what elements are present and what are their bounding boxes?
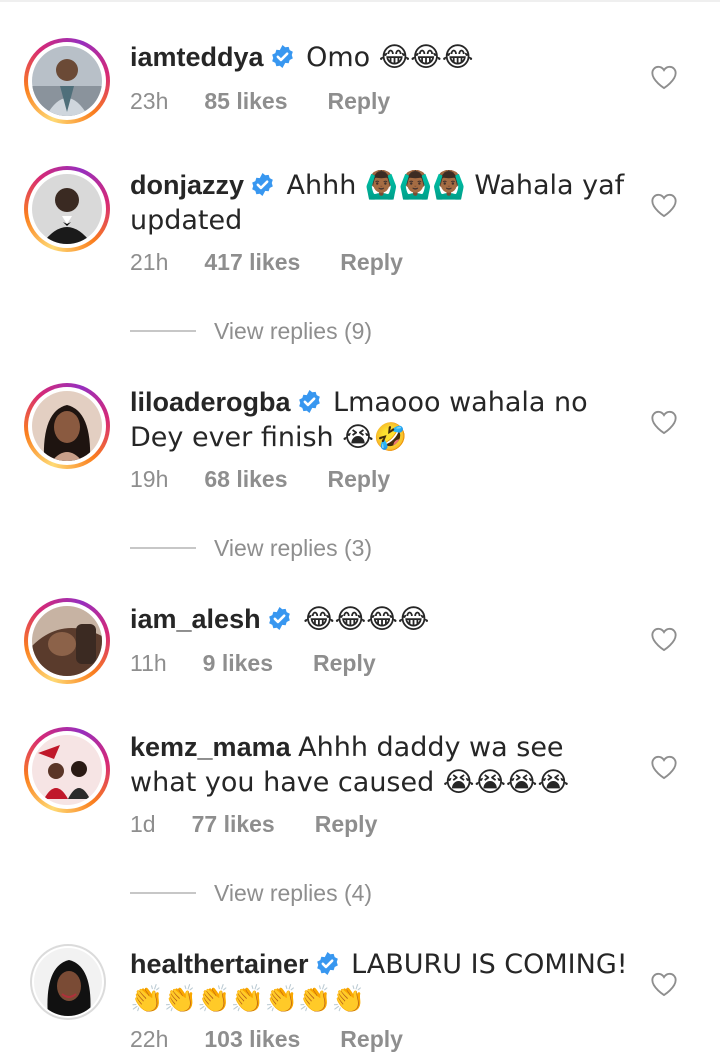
reply-button[interactable]: Reply (315, 811, 378, 838)
comment-meta: 21h 417 likes Reply (130, 249, 403, 276)
avatar (32, 735, 102, 805)
comment-username[interactable]: kemz_mama (130, 732, 291, 762)
comment-username[interactable]: donjazzy (130, 170, 244, 200)
comment-username[interactable]: liloaderogba (130, 387, 291, 417)
avatar (32, 391, 102, 461)
reply-button[interactable]: Reply (313, 650, 376, 677)
comment-meta: 11h 9 likes Reply (130, 650, 376, 677)
comment-meta: 1d 77 likes Reply (130, 811, 377, 838)
avatar-story-ring[interactable] (24, 383, 110, 469)
comment-time: 21h (130, 249, 169, 275)
likes-count[interactable]: 85 likes (204, 88, 287, 115)
verified-badge-icon (267, 606, 292, 631)
avatar (32, 46, 102, 116)
comment-username[interactable]: healthertainer (130, 949, 309, 979)
view-replies-label: View replies (4) (214, 880, 373, 906)
heart-outline-icon[interactable] (650, 626, 678, 652)
reply-button[interactable]: Reply (328, 466, 391, 493)
avatar-story-ring[interactable] (24, 727, 110, 813)
comment-time: 1d (130, 811, 156, 837)
replies-divider (130, 547, 196, 549)
likes-count[interactable]: 417 likes (204, 249, 300, 276)
view-replies-label: View replies (9) (214, 318, 373, 344)
likes-count[interactable]: 9 likes (203, 650, 273, 677)
avatar-story-ring[interactable] (24, 38, 110, 124)
likes-count[interactable]: 103 likes (204, 1026, 300, 1053)
replies-divider (130, 330, 196, 332)
avatar (32, 606, 102, 676)
comment-username[interactable]: iamteddya (130, 42, 264, 72)
reply-button[interactable]: Reply (340, 249, 403, 276)
comment-time: 22h (130, 1026, 169, 1052)
comment-time: 11h (130, 650, 167, 676)
heart-outline-icon[interactable] (650, 409, 678, 435)
comment-text: Omo 😂😂😂 (306, 42, 474, 73)
likes-count[interactable]: 77 likes (192, 811, 275, 838)
heart-outline-icon[interactable] (650, 192, 678, 218)
comment-username[interactable]: iam_alesh (130, 604, 261, 634)
avatar-ring[interactable] (30, 944, 106, 1020)
heart-outline-icon[interactable] (650, 754, 678, 780)
avatar-story-ring[interactable] (24, 598, 110, 684)
reply-button[interactable]: Reply (328, 88, 391, 115)
comment-text: 😂😂😂😂 (303, 604, 430, 635)
likes-count[interactable]: 68 likes (204, 466, 287, 493)
comment-time: 19h (130, 466, 169, 492)
avatar-story-ring[interactable] (24, 166, 110, 252)
avatar (34, 948, 102, 1016)
verified-badge-icon (315, 951, 340, 976)
heart-outline-icon[interactable] (650, 64, 678, 90)
replies-divider (130, 892, 196, 894)
verified-badge-icon (297, 389, 322, 414)
view-replies-label: View replies (3) (214, 535, 373, 561)
reply-button[interactable]: Reply (340, 1026, 403, 1053)
comment-time: 23h (130, 88, 169, 114)
comment-meta: 23h 85 likes Reply (130, 88, 390, 115)
heart-outline-icon[interactable] (650, 971, 678, 997)
comment-meta: 19h 68 likes Reply (130, 466, 390, 493)
top-divider (0, 0, 720, 2)
verified-badge-icon (250, 172, 275, 197)
verified-badge-icon (270, 44, 295, 69)
comment-meta: 22h 103 likes Reply (130, 1026, 403, 1053)
avatar (32, 174, 102, 244)
